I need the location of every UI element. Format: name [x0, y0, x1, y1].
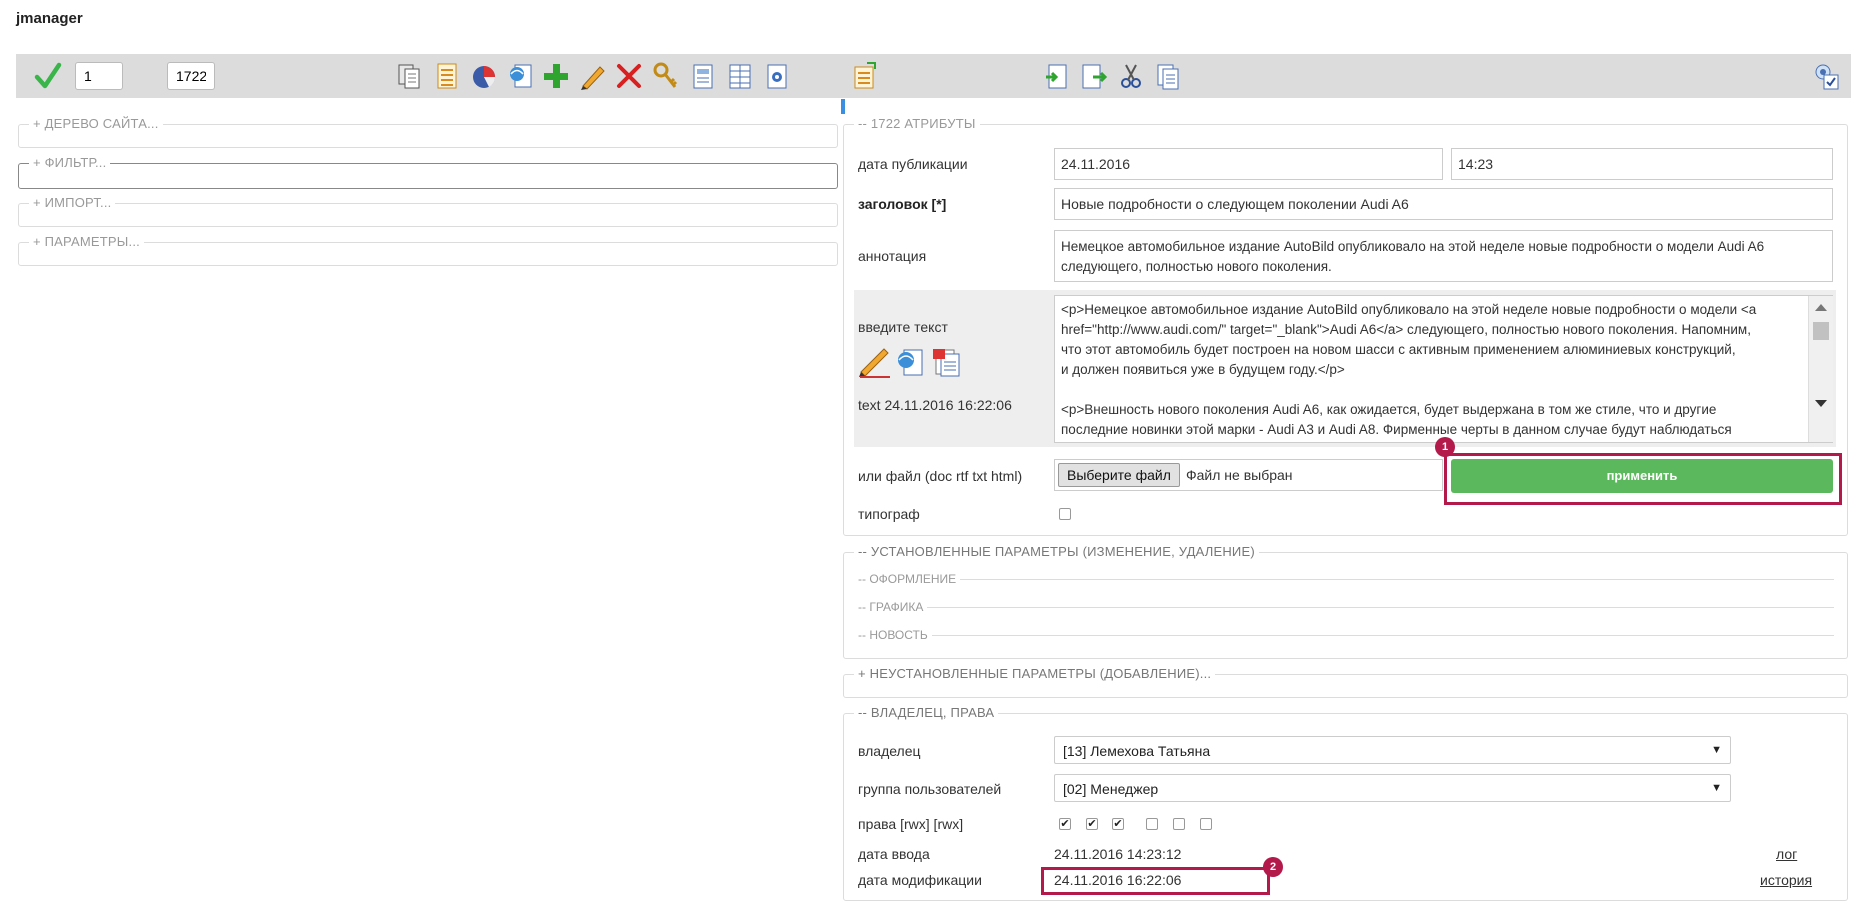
body-text-blank-line: [1061, 380, 1806, 400]
rights-checkbox[interactable]: [1173, 818, 1185, 830]
scroll-thumb[interactable]: [1813, 322, 1829, 340]
user-group-select-value: [02] Менеджер: [1063, 781, 1159, 797]
owner-label: владелец: [858, 743, 921, 759]
checkmark-icon[interactable]: [34, 61, 62, 91]
unset-parameters-legend[interactable]: + НЕУСТАНОВЛЕННЫЕ ПАРАМЕТРЫ (ДОБАВЛЕНИЕ)…: [854, 666, 1216, 681]
highlight-box-2: [1041, 867, 1270, 895]
choose-file-button[interactable]: Выберите файл: [1058, 463, 1180, 487]
filter-panel[interactable]: + ФИЛЬТР...: [18, 155, 838, 189]
rights-checkbox[interactable]: ✔: [1059, 818, 1071, 830]
history-link[interactable]: история: [1760, 872, 1812, 888]
body-text-line: последние новинки этой марки - Audi A3 и…: [1061, 422, 1732, 437]
annotation-badge-2: 2: [1263, 857, 1283, 877]
group-divider: [858, 607, 1834, 608]
copy-icon[interactable]: [394, 61, 424, 91]
chart-icon[interactable]: [469, 61, 499, 91]
body-text-line: href="http://www.audi.com/" target="_bla…: [1061, 322, 1751, 337]
text-timestamp: text 24.11.2016 16:22:06: [858, 397, 1012, 413]
body-text-line: и должен появиться уже в будущем году.</…: [1061, 362, 1345, 377]
group-news-legend[interactable]: -- НОВОСТЬ: [858, 628, 932, 642]
filter-legend[interactable]: + ФИЛЬТР...: [29, 155, 111, 170]
site-tree-legend[interactable]: + ДЕРЕВО САЙТА...: [29, 116, 163, 131]
cut-icon[interactable]: [1116, 61, 1146, 91]
typograph-checkbox[interactable]: [1059, 508, 1071, 520]
parameters-legend[interactable]: + ПАРАМЕТРЫ...: [29, 234, 144, 249]
move-in-icon[interactable]: [1042, 61, 1072, 91]
annotation-badge-1: 1: [1435, 437, 1455, 457]
publish-date-input[interactable]: 24.11.2016: [1054, 148, 1443, 180]
title-label: заголовок [*]: [858, 196, 947, 212]
annotation-textarea[interactable]: Немецкое автомобильное издание AutoBild …: [1054, 230, 1833, 282]
main-toolbar: [16, 54, 1851, 98]
form-icon[interactable]: [688, 61, 718, 91]
file-status-text: Файл не выбран: [1186, 467, 1293, 483]
word-import-icon[interactable]: [930, 346, 962, 378]
web-page-icon[interactable]: [506, 61, 536, 91]
parameters-panel[interactable]: + ПАРАМЕТРЫ...: [18, 234, 838, 266]
set-parameters-panel: -- УСТАНОВЛЕННЫЕ ПАРАМЕТРЫ (ИЗМЕНЕНИЕ, У…: [843, 544, 1848, 659]
rights-checkbox[interactable]: ✔: [1112, 818, 1124, 830]
rights-checkbox[interactable]: [1200, 818, 1212, 830]
list-icon[interactable]: [432, 61, 462, 91]
record-id-input[interactable]: [167, 62, 215, 90]
scroll-down-arrow-icon[interactable]: [1815, 400, 1827, 407]
paste-icon[interactable]: [1153, 61, 1183, 91]
body-text-line: что этот автомобиль будет построен на но…: [1061, 342, 1736, 357]
text-label: введите текст: [858, 319, 948, 335]
move-out-icon[interactable]: [1079, 61, 1109, 91]
log-link[interactable]: лог: [1776, 846, 1797, 862]
dropdown-arrow-icon: ▼: [1711, 782, 1722, 794]
user-group-select[interactable]: [02] Менеджер ▼: [1054, 774, 1731, 802]
rights-label: права [rwx] [rwx]: [858, 816, 964, 832]
admin-icon[interactable]: [1811, 61, 1841, 91]
body-text-textarea[interactable]: <p>Немецкое автомобильное издание AutoBi…: [1054, 295, 1833, 443]
page-number-input[interactable]: [75, 62, 123, 90]
import-panel[interactable]: + ИМПОРТ...: [18, 195, 838, 227]
site-tree-panel[interactable]: + ДЕРЕВО САЙТА...: [18, 116, 838, 148]
file-input[interactable]: Выберите файл Файл не выбран: [1054, 459, 1443, 491]
body-text-line: <p>Внешность нового поколения Audi A6, к…: [1061, 402, 1717, 417]
annotation-label: аннотация: [858, 248, 927, 264]
rights-checkbox[interactable]: ✔: [1086, 818, 1098, 830]
title-input[interactable]: Новые подробности о следующем поколении …: [1054, 188, 1833, 220]
web-editor-icon[interactable]: [894, 346, 926, 378]
app-title: jmanager: [16, 10, 83, 27]
keys-icon[interactable]: [651, 61, 681, 91]
table-icon[interactable]: [725, 61, 755, 91]
owner-select[interactable]: [13] Лемехова Татьяна ▼: [1054, 736, 1731, 764]
modified-date-label: дата модификации: [858, 872, 982, 888]
owner-select-value: [13] Лемехова Татьяна: [1063, 743, 1211, 759]
delete-icon[interactable]: [614, 61, 644, 91]
edit-icon[interactable]: [578, 61, 608, 91]
created-date-value: 24.11.2016 14:23:12: [1054, 846, 1182, 862]
publish-time-input[interactable]: 14:23: [1451, 148, 1833, 180]
set-parameters-legend[interactable]: -- УСТАНОВЛЕННЫЕ ПАРАМЕТРЫ (ИЗМЕНЕНИЕ, У…: [854, 544, 1259, 559]
dropdown-arrow-icon: ▼: [1711, 744, 1722, 756]
file-label: или файл (doc rtf txt html): [858, 468, 1023, 484]
scroll-up-arrow-icon[interactable]: [1815, 304, 1827, 311]
pencil-editor-icon[interactable]: [858, 346, 892, 378]
rights-checkbox[interactable]: [1146, 818, 1158, 830]
text-scrollbar[interactable]: [1808, 296, 1833, 442]
settings-doc-icon[interactable]: [762, 61, 792, 91]
activity-indicator: [841, 99, 845, 114]
body-text-line: <p>Немецкое автомобильное издание AutoBi…: [1061, 302, 1757, 317]
import-legend[interactable]: + ИМПОРТ...: [29, 195, 116, 210]
user-group-label: группа пользователей: [858, 781, 1002, 797]
highlight-box-1: [1444, 453, 1842, 505]
publish-date-label: дата публикации: [858, 156, 968, 172]
group-divider: [858, 635, 1834, 636]
typograph-label: типограф: [858, 506, 920, 522]
group-design-legend[interactable]: -- ОФОРМЛЕНИЕ: [858, 572, 961, 586]
add-icon[interactable]: [541, 61, 571, 91]
unset-parameters-panel[interactable]: + НЕУСТАНОВЛЕННЫЕ ПАРАМЕТРЫ (ДОБАВЛЕНИЕ)…: [843, 666, 1848, 698]
group-divider: [858, 579, 1834, 580]
attributes-legend[interactable]: -- 1722 АТРИБУТЫ: [854, 116, 980, 131]
export-icon[interactable]: [849, 61, 879, 91]
group-graphics-legend[interactable]: -- ГРАФИКА: [858, 600, 928, 614]
created-date-label: дата ввода: [858, 846, 930, 862]
owner-rights-legend[interactable]: -- ВЛАДЕЛЕЦ, ПРАВА: [854, 705, 999, 720]
